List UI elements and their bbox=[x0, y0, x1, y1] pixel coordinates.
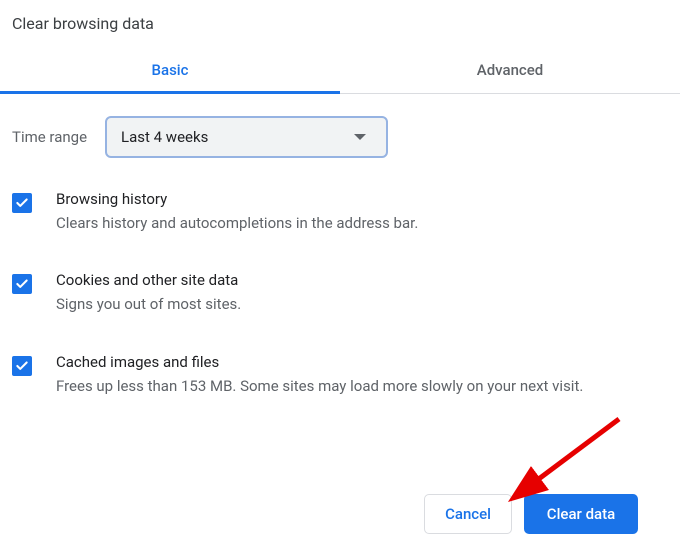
option-title: Cached images and files bbox=[56, 353, 668, 371]
option-desc: Clears history and autocompletions in th… bbox=[56, 212, 668, 235]
option-browsing-history: Browsing history Clears history and auto… bbox=[12, 190, 668, 235]
time-range-label: Time range bbox=[12, 128, 87, 146]
option-desc: Frees up less than 153 MB. Some sites ma… bbox=[56, 375, 668, 398]
time-range-row: Time range Last 4 weeks bbox=[12, 116, 668, 158]
tab-basic[interactable]: Basic bbox=[0, 47, 340, 93]
chevron-down-icon bbox=[354, 134, 366, 140]
checkmark-icon bbox=[15, 277, 29, 291]
button-row: Cancel Clear data bbox=[424, 494, 638, 534]
arrow-annotation-icon bbox=[504, 414, 624, 504]
checkbox-cached[interactable] bbox=[12, 356, 32, 376]
clear-data-button[interactable]: Clear data bbox=[524, 494, 638, 534]
option-text: Browsing history Clears history and auto… bbox=[56, 190, 668, 235]
option-cached: Cached images and files Frees up less th… bbox=[12, 353, 668, 398]
checkmark-icon bbox=[15, 359, 29, 373]
option-text: Cached images and files Frees up less th… bbox=[56, 353, 668, 398]
time-range-select[interactable]: Last 4 weeks bbox=[105, 116, 388, 158]
cancel-button[interactable]: Cancel bbox=[424, 494, 512, 534]
dialog-title: Clear browsing data bbox=[0, 0, 680, 41]
tab-advanced[interactable]: Advanced bbox=[340, 47, 680, 93]
option-title: Cookies and other site data bbox=[56, 271, 668, 289]
checkbox-cookies[interactable] bbox=[12, 274, 32, 294]
option-desc: Signs you out of most sites. bbox=[56, 293, 668, 316]
tab-bar: Basic Advanced bbox=[0, 47, 680, 94]
time-range-value: Last 4 weeks bbox=[121, 128, 354, 146]
option-cookies: Cookies and other site data Signs you ou… bbox=[12, 271, 668, 316]
checkbox-browsing-history[interactable] bbox=[12, 193, 32, 213]
option-title: Browsing history bbox=[56, 190, 668, 208]
checkmark-icon bbox=[15, 196, 29, 210]
option-text: Cookies and other site data Signs you ou… bbox=[56, 271, 668, 316]
dialog-content: Time range Last 4 weeks Browsing history… bbox=[0, 94, 680, 398]
